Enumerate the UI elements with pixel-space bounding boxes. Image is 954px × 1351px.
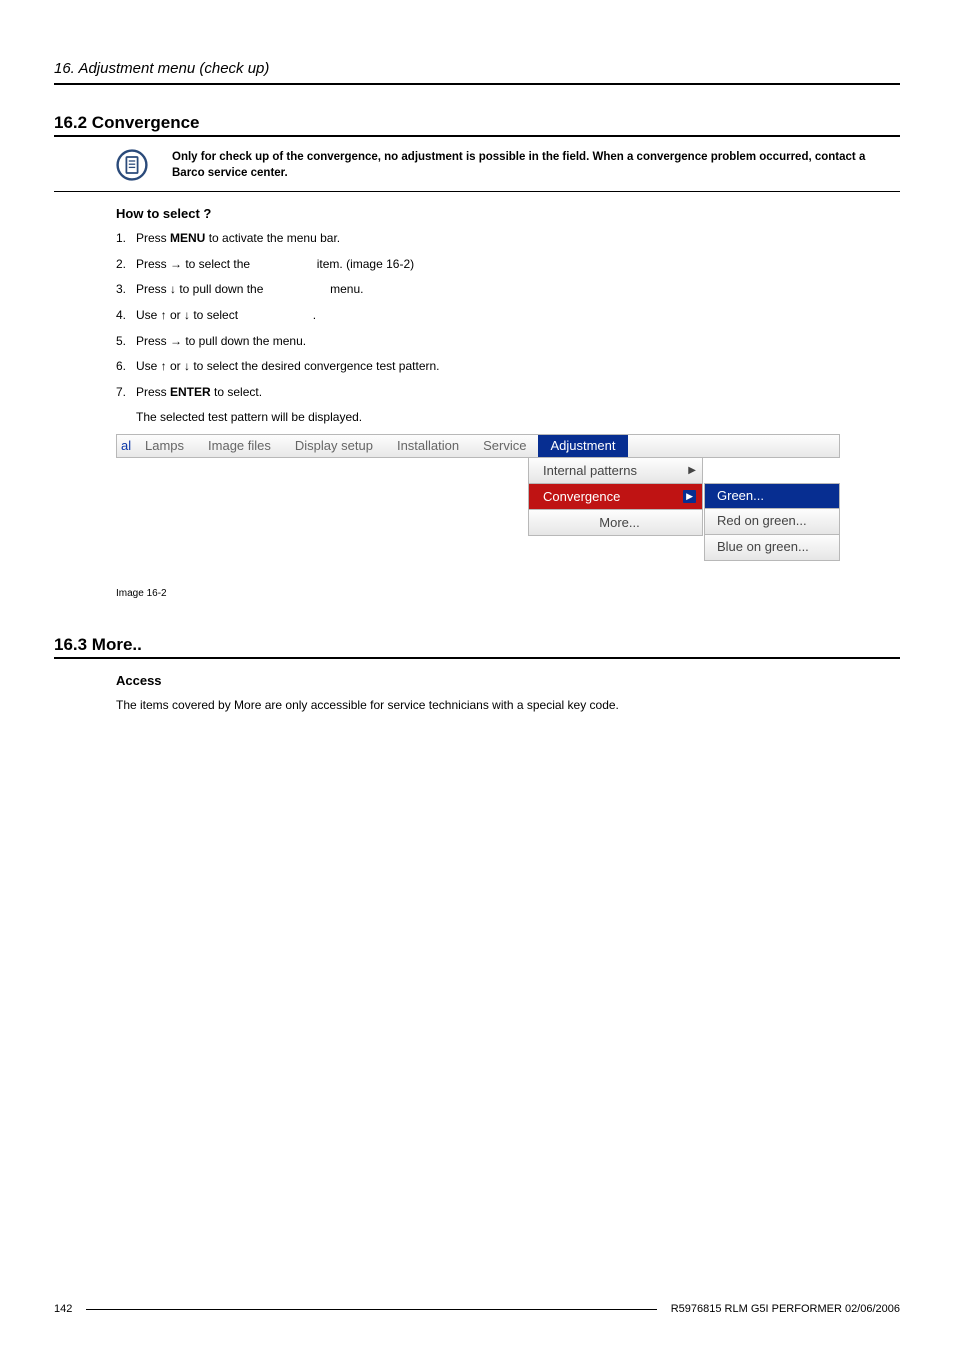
note-text: Only for check up of the convergence, no… xyxy=(172,149,900,181)
menu-adjustment[interactable]: Adjustment xyxy=(538,435,627,457)
dropdown-label: More... xyxy=(599,515,639,530)
convergence-submenu: Green... Red on green... Blue on green..… xyxy=(704,483,840,561)
submenu-blue-on-green[interactable]: Blue on green... xyxy=(704,535,840,561)
step-text: Press → to pull down the menu. xyxy=(136,334,900,350)
menu-service[interactable]: Service xyxy=(471,435,538,457)
adjustment-dropdown: Internal patterns ▶ Convergence ▶ More..… xyxy=(528,458,703,536)
running-header: 16. Adjustment menu (check up) xyxy=(54,60,900,77)
note-bottom-rule xyxy=(54,191,900,192)
chevron-right-icon: ▶ xyxy=(688,465,696,476)
menu-lamps[interactable]: Lamps xyxy=(133,435,196,457)
step-result: The selected test pattern will be displa… xyxy=(136,410,900,424)
menubar: al Lamps Image files Display setup Insta… xyxy=(116,434,840,458)
step-text: Press ENTER to select. xyxy=(136,385,900,401)
submenu-red-on-green[interactable]: Red on green... xyxy=(704,509,840,535)
step-num: 5. xyxy=(116,334,136,350)
step-text: Press MENU to activate the menu bar. xyxy=(136,231,900,247)
step-num: 3. xyxy=(116,282,136,298)
access-heading: Access xyxy=(116,673,900,688)
menu-image-files[interactable]: Image files xyxy=(196,435,283,457)
step-num: 4. xyxy=(116,308,136,324)
chevron-right-icon: ▶ xyxy=(683,490,696,503)
header-rule xyxy=(54,83,900,85)
dropdown-label: Internal patterns xyxy=(543,463,637,478)
menubar-leading: al xyxy=(117,435,133,457)
section-162-title: 16.2 Convergence xyxy=(54,113,900,133)
step-text: Use ↑ or ↓ to select the desired converg… xyxy=(136,359,900,375)
submenu-green[interactable]: Green... xyxy=(704,483,840,509)
access-paragraph: The items covered by More are only acces… xyxy=(116,698,900,712)
footer-rule xyxy=(86,1309,656,1310)
step-num: 1. xyxy=(116,231,136,247)
step-num: 6. xyxy=(116,359,136,375)
howto-heading: How to select ? xyxy=(116,206,900,221)
doc-reference: R5976815 RLM G5I PERFORMER 02/06/2006 xyxy=(671,1303,900,1315)
dropdown-convergence[interactable]: Convergence ▶ xyxy=(528,484,703,510)
page-number: 142 xyxy=(54,1303,72,1315)
image-caption: Image 16-2 xyxy=(116,588,900,599)
menu-screenshot: al Lamps Image files Display setup Insta… xyxy=(116,434,900,599)
dropdown-more[interactable]: More... xyxy=(528,510,703,536)
dropdown-label: Convergence xyxy=(543,489,620,504)
step-text: Use ↑ or ↓ to select Convergence. xyxy=(136,308,900,324)
page-footer: 142 R5976815 RLM G5I PERFORMER 02/06/200… xyxy=(54,1303,900,1315)
step-num: 2. xyxy=(116,257,136,273)
steps-list: 1.Press MENU to activate the menu bar. 2… xyxy=(116,231,900,400)
section-163-rule xyxy=(54,657,900,659)
step-text: Press → to select the Adjustment item. (… xyxy=(136,257,900,273)
section-163-title: 16.3 More.. xyxy=(54,635,900,655)
step-num: 7. xyxy=(116,385,136,401)
menu-installation[interactable]: Installation xyxy=(385,435,471,457)
dropdown-internal-patterns[interactable]: Internal patterns ▶ xyxy=(528,458,703,484)
note-icon xyxy=(116,149,148,181)
step-text: Press ↓ to pull down the Adjustment menu… xyxy=(136,282,900,298)
menu-display-setup[interactable]: Display setup xyxy=(283,435,385,457)
